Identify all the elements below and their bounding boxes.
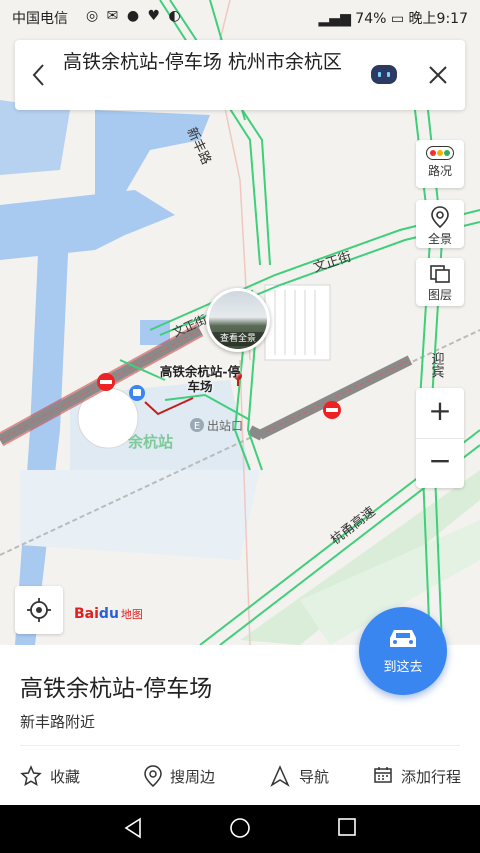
battery-level: 74% (355, 11, 387, 27)
status-bar: 中国电信 ◎ ✉ ● ♥ ◐ ▂▄▆ 74% ▭ 晚上9:17 (0, 0, 480, 32)
system-nav-bar (0, 805, 480, 853)
nav-recents-icon[interactable] (337, 817, 357, 841)
add-trip-label: 添加行程 (401, 768, 462, 786)
zoom-in-button[interactable]: + (416, 388, 464, 439)
nav-home-icon[interactable] (229, 817, 251, 843)
layers-label: 图层 (427, 288, 452, 302)
baidu-map-logo: Baidu 地图 (74, 606, 143, 622)
layers-icon (430, 265, 450, 283)
add-trip-button[interactable]: 添加行程 (373, 763, 473, 789)
carrier-label: 中国电信 (12, 11, 68, 27)
poi-title: 高铁余杭站-停车场 (20, 676, 213, 702)
zoom-out-button[interactable]: − (416, 438, 464, 488)
clock: 晚上9:17 (408, 11, 468, 27)
svg-text:E: E (194, 421, 200, 432)
search-nearby-button[interactable]: 搜周边 (144, 763, 234, 789)
car-icon (390, 630, 416, 647)
go-here-button[interactable]: 到这去 (359, 607, 447, 695)
locate-button[interactable] (15, 586, 63, 634)
favorite-button[interactable]: 收藏 (20, 763, 100, 789)
poi-address: 新丰路附近 (20, 713, 96, 731)
bus-stop-icon (129, 385, 145, 401)
exit-marker-icon: E (190, 418, 204, 432)
layers-button[interactable]: 图层 (416, 258, 464, 306)
panorama-label: 全景 (427, 232, 452, 246)
back-arrow-icon[interactable] (29, 62, 49, 88)
panorama-caption: 查看全景 (209, 332, 267, 346)
location-pin-icon (431, 206, 449, 228)
assistant-robot-icon[interactable] (369, 61, 399, 87)
calendar-icon (374, 767, 392, 783)
traffic-button[interactable]: 路况 (416, 140, 464, 188)
panorama-preview[interactable]: 查看全景 (206, 288, 270, 352)
no-entry-sign (323, 401, 341, 419)
panorama-button[interactable]: 全景 (416, 200, 464, 248)
go-here-label: 到这去 (383, 660, 423, 675)
location-pin-icon (144, 765, 162, 787)
battery-icon: ▭ (390, 11, 409, 27)
crosshair-icon (27, 598, 51, 622)
notification-icons: ◎ ✉ ● ♥ ◐ (86, 8, 183, 24)
exit-label: 出站口 (207, 419, 243, 433)
nav-back-icon[interactable] (122, 817, 144, 843)
zoom-control: + − (416, 388, 464, 488)
no-entry-sign (97, 373, 115, 391)
navigation-arrow-icon (270, 765, 290, 787)
close-icon[interactable] (427, 64, 449, 86)
star-icon (20, 765, 42, 787)
navigate-label: 导航 (299, 768, 330, 786)
traffic-light-icon (426, 146, 454, 160)
road-label-yingbin: 迎宾 (429, 352, 445, 378)
divider (20, 745, 460, 746)
favorite-label: 收藏 (50, 768, 81, 786)
search-nearby-label: 搜周边 (170, 768, 216, 786)
status-right: ▂▄▆ 74% ▭ 晚上9:17 (319, 8, 468, 28)
poi-map-label[interactable]: 高铁余杭站-停车场 (158, 364, 242, 394)
search-title[interactable]: 高铁余杭站-停车场 杭州市余杭区 (63, 50, 363, 75)
navigate-button[interactable]: 导航 (270, 763, 340, 789)
signal-icon: ▂▄▆ (318, 11, 356, 27)
traffic-label: 路况 (427, 164, 452, 178)
station-label: 余杭站 (127, 433, 173, 451)
search-bar: 高铁余杭站-停车场 杭州市余杭区 (15, 40, 465, 110)
panorama-photo: 查看全景 (209, 291, 267, 349)
